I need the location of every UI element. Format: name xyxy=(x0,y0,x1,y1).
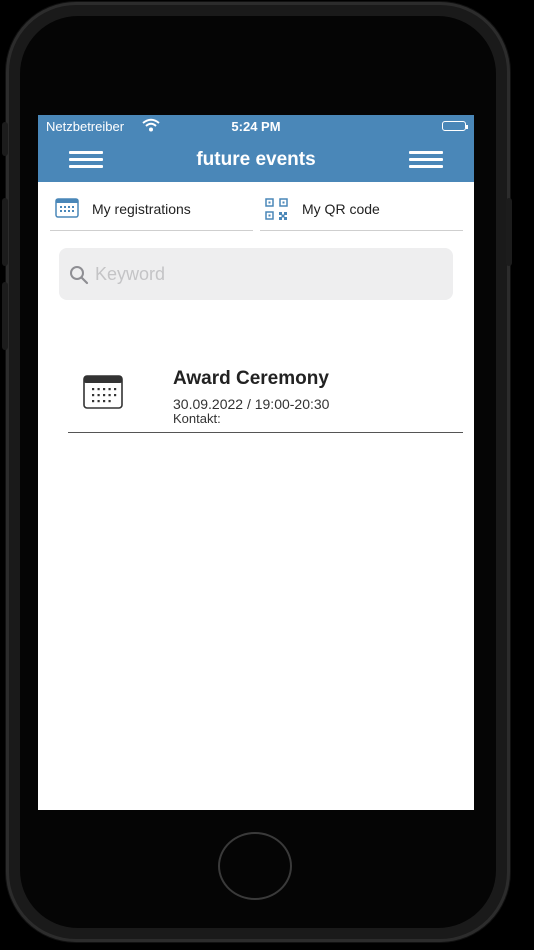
event-list-item[interactable]: Award Ceremony 30.09.2022 / 19:00-20:30 … xyxy=(68,360,463,433)
silent-switch xyxy=(2,122,8,156)
tab-my-qr-code-label: My QR code xyxy=(302,201,380,217)
power-button xyxy=(506,198,512,266)
nav-bar: future events xyxy=(38,137,474,182)
event-contact: Kontakt: xyxy=(173,411,221,426)
search-icon xyxy=(69,265,89,290)
volume-down-button xyxy=(2,282,8,350)
tab-my-registrations[interactable]: My registrations xyxy=(50,190,253,231)
calendar-icon xyxy=(83,375,123,414)
battery-icon xyxy=(442,121,468,131)
app-screen: Netzbetreiber 5:24 PM future events My r… xyxy=(38,115,474,810)
volume-up-button xyxy=(2,198,8,266)
status-bar: Netzbetreiber 5:24 PM xyxy=(38,115,474,137)
search-bar[interactable] xyxy=(59,248,453,300)
status-time: 5:24 PM xyxy=(231,119,281,134)
event-title: Award Ceremony xyxy=(173,368,329,389)
search-input[interactable] xyxy=(95,261,435,287)
calendar-icon xyxy=(55,198,79,223)
right-menu-icon[interactable] xyxy=(409,151,443,169)
tab-my-qr-code[interactable]: My QR code xyxy=(260,190,463,231)
qr-code-icon xyxy=(265,198,289,225)
event-date-time: 30.09.2022 / 19:00-20:30 xyxy=(173,396,330,412)
home-button[interactable] xyxy=(218,832,292,900)
tab-my-registrations-label: My registrations xyxy=(92,201,191,217)
